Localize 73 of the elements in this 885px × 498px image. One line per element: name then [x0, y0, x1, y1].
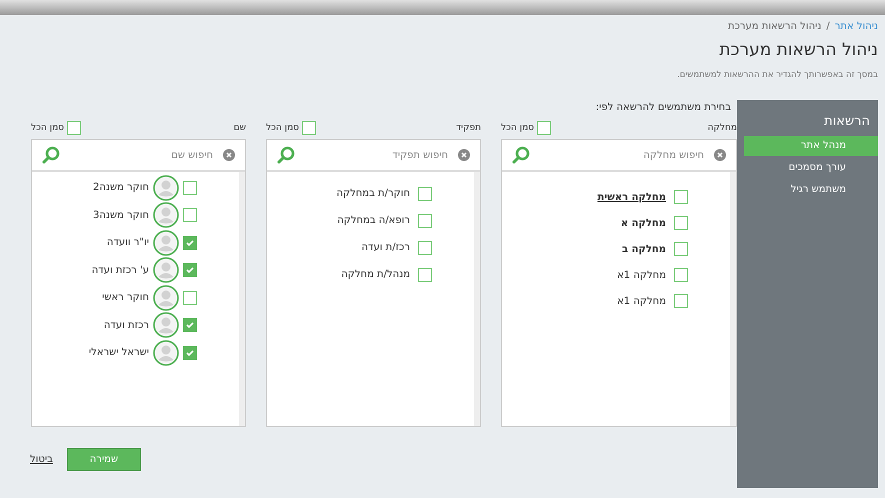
checkbox[interactable] [183, 180, 197, 195]
column-heading: תפקיד [456, 123, 481, 133]
list-item-label: יו"ר וועדה [106, 237, 149, 248]
select-all-checkbox[interactable] [302, 121, 316, 135]
avatar-icon [153, 340, 179, 366]
avatar-icon [153, 174, 179, 201]
search-icon[interactable] [512, 146, 530, 164]
list-item-label: חוקר ראשי [102, 292, 149, 304]
checkbox[interactable] [418, 268, 432, 282]
avatar-icon [153, 284, 179, 311]
list-item-label: רכז/ת ועדה [362, 242, 410, 253]
selection-label: בחירת משתמשים להרשאה לפי: [594, 102, 732, 115]
sidebar-item[interactable]: עורך מסמכים [744, 158, 878, 178]
search-field[interactable]: חיפוש מחלקה [538, 148, 706, 162]
avatar-icon [153, 230, 179, 256]
save-button[interactable]: שמירה [66, 448, 141, 471]
checkmark-icon [185, 238, 195, 248]
sidebar-item[interactable]: מנהל אתר [744, 136, 878, 156]
list-item-label: חוקר/ת במחלקה [336, 188, 410, 199]
avatar-icon [153, 202, 179, 228]
checkbox[interactable] [183, 290, 197, 305]
checkbox[interactable] [674, 190, 688, 204]
checkbox[interactable] [418, 186, 432, 200]
checkbox[interactable] [183, 263, 197, 278]
sidebar-title: הרשאות [823, 114, 871, 131]
checkbox[interactable] [183, 346, 197, 360]
page-description: במסך זה באפשרותך להגדיר את ההרשאות למשתמשים. [676, 70, 878, 82]
checkbox[interactable] [674, 268, 688, 282]
list-item-label: מנהל/ת מחלקה [341, 269, 410, 280]
select-all-label: סמן הכל [31, 123, 64, 133]
clear-icon[interactable] [458, 149, 470, 161]
column-heading: מחלקה [708, 123, 737, 133]
list-item-label: מחלקה 1א [617, 270, 666, 280]
search-icon[interactable] [42, 146, 60, 164]
breadcrumb-current: ניהול הרשאות מערכת [728, 21, 822, 34]
checkbox[interactable] [418, 214, 432, 228]
list-item-label: חוקר משנה2 [93, 182, 149, 194]
search-icon[interactable] [277, 146, 295, 164]
checkmark-icon [185, 320, 195, 330]
list-item-label: ישראל ישראלי [88, 347, 149, 358]
avatar-icon [153, 257, 179, 284]
list-item-label: מחלקה א [620, 218, 666, 228]
checkbox[interactable] [674, 216, 688, 230]
checkmark-icon [185, 348, 195, 358]
column-heading: שם [234, 123, 246, 133]
avatar-icon [153, 312, 179, 338]
list-item-label: חוקר משנה3 [93, 210, 149, 221]
checkbox[interactable] [183, 318, 197, 332]
checkmark-icon [185, 265, 195, 276]
checkbox[interactable] [183, 208, 197, 222]
list-item-label: רופא/ה במחלקה [337, 215, 410, 226]
list-item-label[interactable]: מחלקה ראשית [597, 192, 666, 202]
search-field[interactable]: חיפוש שם [68, 148, 215, 162]
checkbox[interactable] [183, 236, 197, 250]
search-field[interactable]: חיפוש תפקיד [303, 148, 450, 162]
list-item-label: רכזת ועדה [104, 320, 149, 331]
checkbox[interactable] [674, 242, 688, 256]
breadcrumb-separator: / [826, 21, 830, 34]
list-item-label: ע' רכזת ועדה [92, 264, 149, 276]
select-all-checkbox[interactable] [537, 121, 552, 135]
cancel-link[interactable]: ביטול [30, 454, 53, 465]
checkbox[interactable] [674, 294, 688, 308]
page-title: ניהול הרשאות מערכת [718, 39, 878, 61]
list-item-label: מחלקה 1א [617, 296, 666, 306]
breadcrumb-link[interactable]: ניהול אתר [834, 21, 878, 37]
select-all-label: סמן הכל [501, 123, 534, 133]
clear-icon[interactable] [714, 149, 726, 161]
select-all-checkbox[interactable] [67, 121, 82, 135]
sidebar-item[interactable]: משתמש רגיל [744, 180, 878, 200]
list-item-label: מחלקה ב [622, 244, 666, 254]
clear-icon[interactable] [223, 149, 235, 161]
checkbox[interactable] [418, 240, 432, 254]
select-all-label: סמן הכל [266, 123, 300, 133]
